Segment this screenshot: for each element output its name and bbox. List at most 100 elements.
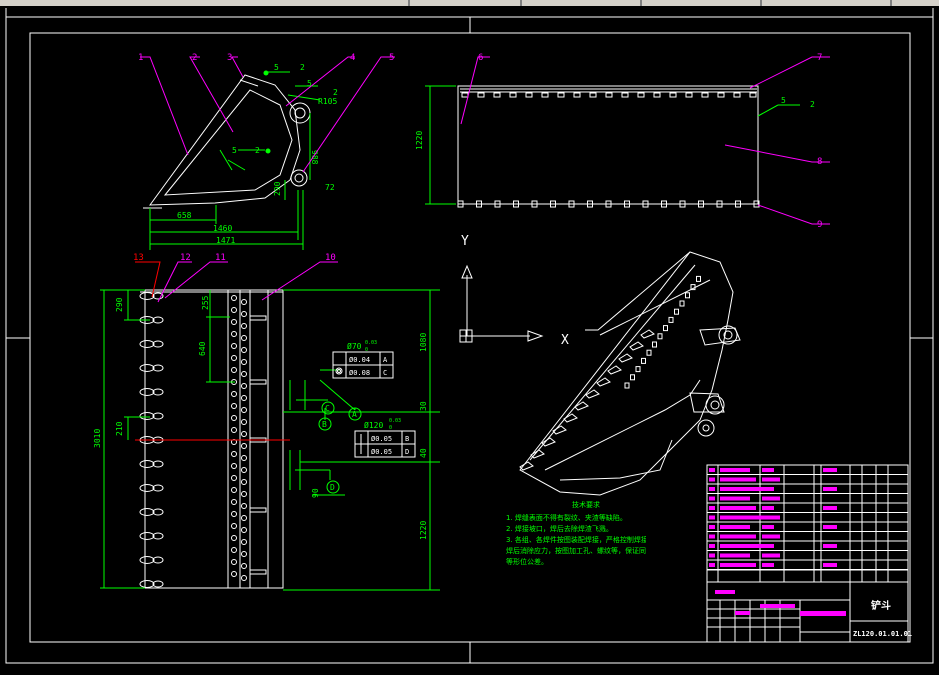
iso-bolt <box>674 308 679 315</box>
bolt-hole <box>241 395 247 401</box>
parts-cell-material <box>762 468 774 472</box>
balloon-7[interactable]: 7 <box>817 53 822 63</box>
bolt-hole <box>231 499 237 505</box>
parts-cell-weight <box>823 544 837 548</box>
iso-bolt-row <box>624 275 701 389</box>
tooth <box>139 412 155 420</box>
dim-1220-plan: 1220 <box>419 521 428 540</box>
balloon-3[interactable]: 3 <box>227 53 232 63</box>
balloon-1[interactable]: 1 <box>138 53 143 63</box>
bolt-hole <box>241 491 247 497</box>
iso-bolt <box>652 341 657 348</box>
drawing-number: ZL120.01.01.01 <box>853 630 912 638</box>
bolt-slot <box>477 92 485 98</box>
bolt-hole <box>241 467 247 473</box>
bolt-hole <box>241 563 247 569</box>
weld-count-label: 2 <box>333 88 338 97</box>
parts-cell-weight <box>823 563 837 567</box>
bolt-hole <box>241 299 247 305</box>
gdt-row1-value: Ø0.04 <box>349 356 370 364</box>
balloon-13[interactable]: 13 <box>133 253 144 263</box>
leader-1 <box>140 56 189 156</box>
tooth <box>139 364 155 372</box>
bolt-slot <box>573 92 581 98</box>
parts-cell-material <box>762 515 780 520</box>
tooth <box>139 460 155 468</box>
bolt-slot <box>621 92 629 98</box>
parts-cell-index <box>709 525 715 529</box>
front-view: 1220 5 2 6 7 8 9 <box>415 53 830 230</box>
bolt-slot <box>589 92 597 98</box>
iso-tooth <box>519 461 534 471</box>
side-bracket <box>249 379 267 385</box>
balloon-2[interactable]: 2 <box>192 53 197 63</box>
balloon-12[interactable]: 12 <box>180 253 191 263</box>
parts-cell-name <box>720 506 756 510</box>
parts-cell-material <box>762 544 774 548</box>
bolt-hole <box>231 355 237 361</box>
bolt-slot <box>701 92 709 98</box>
notes-line-3: 3. 各组、各焊件按图装配焊接，严格控制焊接变形， <box>506 536 646 544</box>
iso-tooth <box>530 449 545 459</box>
dim-658: 658 <box>177 211 192 220</box>
dim-r105: R105 <box>318 97 337 106</box>
balloon-5[interactable]: 5 <box>389 53 394 63</box>
bolt-hole <box>241 527 247 533</box>
bolt-slot <box>733 92 741 98</box>
ucs-x-label: X <box>561 333 569 348</box>
dim-90: 90 <box>311 488 320 498</box>
datum-b-label: B <box>322 420 327 429</box>
notes-line-1: 1. 焊缝表面不得有裂纹、夹渣等缺陷。 <box>506 514 627 522</box>
parts-cell-name <box>720 544 762 548</box>
parts-cell-name <box>720 563 756 567</box>
bolt-hole <box>241 407 247 413</box>
iso-bolt <box>679 300 685 307</box>
iso-bolt <box>635 366 641 373</box>
plan-bracket-column <box>249 315 267 575</box>
tooth <box>139 508 155 516</box>
iso-tooth <box>563 413 578 423</box>
parts-cell-index <box>709 553 715 558</box>
balloon-6[interactable]: 6 <box>478 53 483 63</box>
iso-bolt <box>646 349 652 356</box>
front-top-bolt-row <box>461 92 757 98</box>
parts-cell-index <box>709 487 715 491</box>
gdt-row1-datum: B <box>405 435 409 443</box>
balloon-10[interactable]: 10 <box>325 253 336 263</box>
balloon-8[interactable]: 8 <box>817 157 822 167</box>
iso-tooth <box>574 401 589 411</box>
balloon-4[interactable]: 4 <box>350 53 355 63</box>
dim-1080: 1080 <box>419 333 428 352</box>
parts-cell-index <box>709 515 715 520</box>
bolt-hole <box>231 367 237 373</box>
bolt-slot <box>669 92 677 98</box>
bolt-hole <box>231 523 237 529</box>
bolt-hole <box>241 443 247 449</box>
drawing-title: 铲斗 <box>871 599 891 612</box>
balloon-9[interactable]: 9 <box>817 220 822 230</box>
parts-cell-weight <box>823 487 837 491</box>
dim-640: 640 <box>198 341 207 356</box>
gdt-diameter-120: Ø120 <box>364 420 383 430</box>
parts-cell-index <box>709 563 715 567</box>
bolt-hole <box>231 307 237 313</box>
parts-cell-index <box>709 477 715 482</box>
parts-cell-weight <box>823 506 837 510</box>
bolt-hole <box>231 343 237 349</box>
plan-view: 290 255 640 210 3010 1080 30 40 1220 90 … <box>93 253 440 591</box>
leader-6 <box>460 56 490 125</box>
parts-cell-name <box>720 496 750 501</box>
dim-1220-height: 1220 <box>415 131 424 150</box>
gdt-row1-datum: A <box>383 356 388 364</box>
dim-255: 255 <box>201 295 210 310</box>
iso-bolt <box>630 374 635 381</box>
balloon-11[interactable]: 11 <box>215 253 226 263</box>
dim-3010: 3010 <box>93 429 102 448</box>
bolt-hole <box>241 371 247 377</box>
dim-1460: 1460 <box>213 224 232 233</box>
bolt-hole <box>231 535 237 541</box>
cad-drawing-canvas[interactable]: 658 1460 1471 R105 988 72 290 5 2 5 2 5 … <box>0 6 939 675</box>
bolt-hole <box>231 295 237 301</box>
iso-bolt <box>641 357 646 364</box>
notes-line-5: 等形位公差。 <box>506 558 548 566</box>
